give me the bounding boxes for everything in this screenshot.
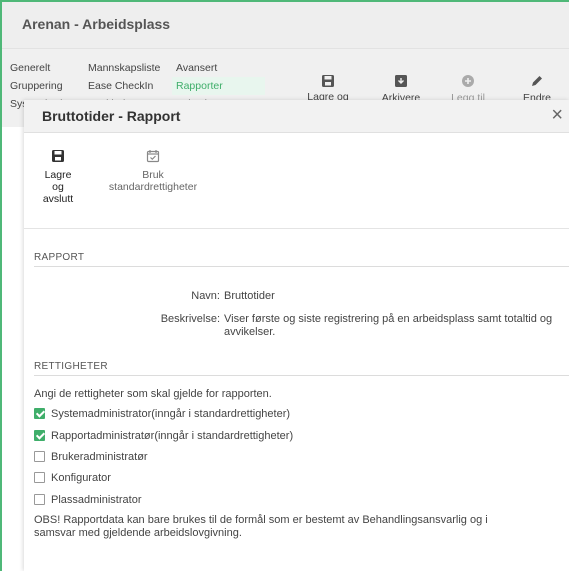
checkbox-rapportadministrator[interactable]: Rapportadministratør(inngår i standardre… bbox=[34, 429, 293, 443]
save-close-label-line1: Lagre og bbox=[44, 169, 72, 193]
pencil-icon bbox=[532, 76, 542, 86]
dialog-title: Bruttotider - Rapport bbox=[42, 108, 181, 124]
description-line-2: avvikelser. bbox=[224, 326, 276, 338]
archive-icon bbox=[395, 75, 407, 87]
floppy-disk-icon bbox=[52, 150, 64, 162]
checkbox-checked-icon[interactable] bbox=[34, 430, 45, 441]
name-label: Navn: bbox=[191, 290, 220, 302]
plus-circle-icon bbox=[462, 75, 474, 87]
use-default-label-line2: standardrettigheter bbox=[108, 181, 198, 193]
legal-note-line-2: samsvar med gjeldende arbeidslovgivning. bbox=[34, 527, 242, 539]
checkbox-plassadministrator[interactable]: Plassadministrator bbox=[34, 493, 141, 507]
rights-intro: Angi de rettigheter som skal gjelde for … bbox=[34, 388, 272, 400]
report-dialog: Bruttotider - Rapport × Lagre og avslutt… bbox=[24, 100, 569, 571]
legal-note: OBS! Rapportdata kan bare brukes til de … bbox=[34, 514, 564, 540]
checkbox-checked-icon[interactable] bbox=[34, 408, 45, 419]
dialog-header: Bruttotider - Rapport × bbox=[24, 100, 569, 133]
checkbox-konfigurator[interactable]: Konfigurator bbox=[34, 471, 111, 485]
nav-item-generelt[interactable]: Generelt bbox=[10, 59, 75, 77]
calendar-check-icon bbox=[146, 150, 160, 163]
checkbox-label: Plassadministrator bbox=[51, 494, 142, 506]
nav-item-gruppering[interactable]: Gruppering bbox=[10, 77, 75, 95]
section-divider bbox=[34, 266, 569, 267]
nav-item-rapporter[interactable]: Rapporter bbox=[172, 77, 266, 95]
dialog-toolbar: Lagre og avslutt Bruk standardrettighete… bbox=[24, 133, 569, 229]
description-value: Viser første og siste registrering på en… bbox=[224, 313, 564, 339]
checkbox-label: Systemadministrator(inngår i standardret… bbox=[51, 408, 291, 420]
section-rapport-heading: RAPPORT bbox=[34, 252, 85, 263]
description-line-1: Viser første og siste registrering på en… bbox=[224, 313, 553, 325]
section-divider bbox=[34, 375, 569, 376]
section-rettigheter-heading: RETTIGHETER bbox=[34, 361, 108, 372]
legal-note-line-1: OBS! Rapportdata kan bare brukes til de … bbox=[34, 514, 488, 526]
window-title: Arenan - Arbeidsplass bbox=[22, 16, 171, 32]
checkbox-systemadministrator[interactable]: Systemadministrator(inngår i standardret… bbox=[34, 407, 290, 421]
checkbox-label: Konfigurator bbox=[51, 472, 111, 484]
description-label: Beskrivelse: bbox=[160, 313, 220, 325]
use-default-rights-button[interactable]: Bruk standardrettigheter bbox=[98, 149, 208, 193]
nav-item-avansert[interactable]: Avansert bbox=[176, 59, 265, 77]
checkbox-unchecked-icon[interactable] bbox=[34, 472, 45, 483]
nav-item-mannskapsliste[interactable]: Mannskapsliste bbox=[88, 59, 160, 77]
save-close-label-line2: avslutt bbox=[42, 193, 74, 205]
close-icon[interactable]: × bbox=[551, 104, 563, 127]
checkbox-label: Brukeradministratør bbox=[51, 451, 148, 463]
checkbox-unchecked-icon[interactable] bbox=[34, 494, 45, 505]
floppy-disk-icon bbox=[322, 75, 334, 87]
nav-item-ease-checkin[interactable]: Ease CheckIn bbox=[88, 77, 160, 95]
checkbox-label: Rapportadministratør(inngår i standardre… bbox=[51, 430, 294, 442]
name-value: Bruttotider bbox=[224, 290, 275, 302]
use-default-label-line1: Bruk bbox=[142, 169, 164, 181]
checkbox-brukeradministrator[interactable]: Brukeradministratør bbox=[34, 450, 148, 464]
save-close-button[interactable]: Lagre og avslutt bbox=[38, 149, 78, 205]
checkbox-unchecked-icon[interactable] bbox=[34, 451, 45, 462]
